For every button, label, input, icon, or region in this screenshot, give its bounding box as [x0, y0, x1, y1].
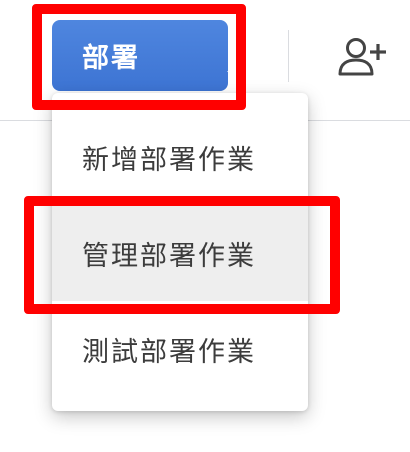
menu-item-label: 管理部署作業 — [82, 240, 256, 272]
caret-down-icon — [227, 71, 247, 81]
toolbar-vertical-divider — [288, 30, 289, 82]
menu-item-new-deployment[interactable]: 新增部署作業 — [52, 109, 308, 205]
menu-item-test-deployment[interactable]: 測試部署作業 — [52, 301, 308, 397]
person-add-icon[interactable] — [336, 34, 388, 82]
menu-item-label: 新增部署作業 — [82, 144, 256, 176]
deploy-dropdown-menu: 新增部署作業 管理部署作業 測試部署作業 — [52, 93, 308, 411]
deploy-button-label: 部署 — [82, 43, 140, 74]
screen: 部署 新增部署作業 管理部署作業 測試部署作業 — [0, 0, 410, 452]
menu-item-label: 測試部署作業 — [82, 336, 256, 368]
menu-item-manage-deployment[interactable]: 管理部署作業 — [52, 205, 308, 301]
deploy-dropdown-button[interactable]: 部署 — [52, 20, 247, 91]
